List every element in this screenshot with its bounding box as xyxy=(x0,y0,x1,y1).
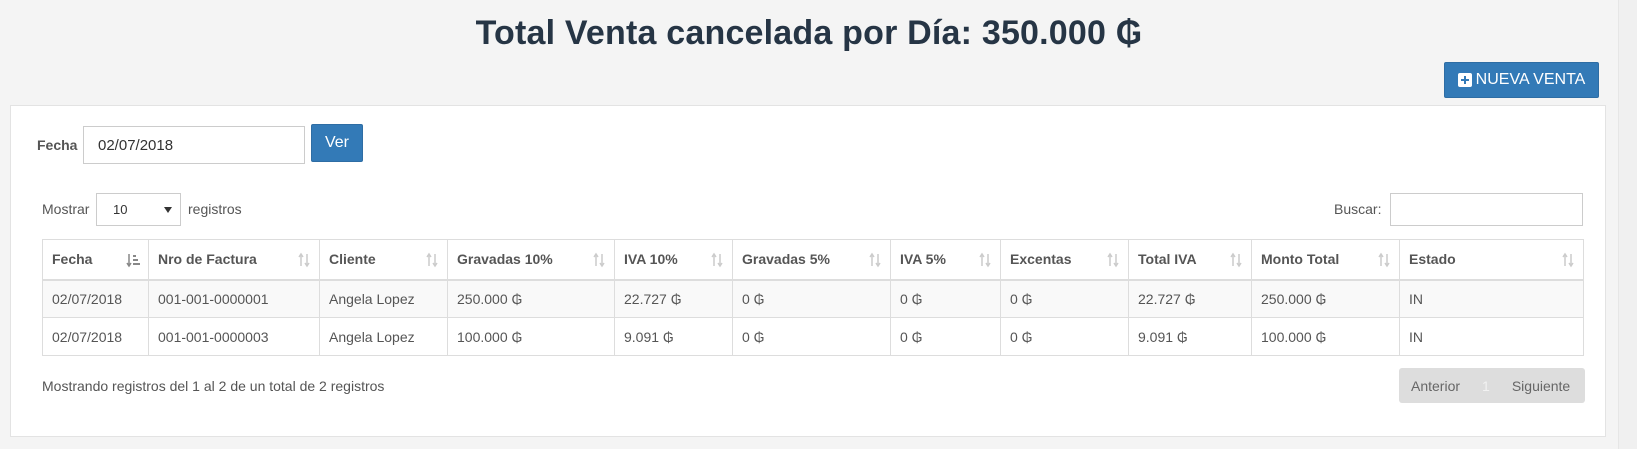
search-label: Buscar: xyxy=(1334,201,1382,217)
caret-down-icon xyxy=(164,207,172,213)
search-input[interactable] xyxy=(1390,193,1583,226)
table-cell: 100.000 ₲ xyxy=(1251,317,1400,356)
sort-icon xyxy=(1230,252,1242,268)
sort-icon xyxy=(979,252,991,268)
column-header-iva-10[interactable]: IVA 10% xyxy=(614,239,733,281)
page-size-select[interactable]: 10 xyxy=(96,193,181,226)
date-label: Fecha xyxy=(37,137,78,153)
table-cell: 0 ₲ xyxy=(1000,279,1129,318)
show-label: Mostrar xyxy=(42,201,90,217)
sort-icon xyxy=(426,252,438,268)
column-header-nro-factura[interactable]: Nro de Factura xyxy=(148,239,320,281)
sort-icon xyxy=(1562,252,1574,268)
table-row[interactable]: 02/07/2018 001-001-0000003 Angela Lopez … xyxy=(42,317,1584,356)
table-cell: 250.000 ₲ xyxy=(1251,279,1400,318)
column-header-iva-5[interactable]: IVA 5% xyxy=(890,239,1001,281)
page-size-value: 10 xyxy=(113,202,128,217)
table-cell: 0 ₲ xyxy=(890,317,1001,356)
new-sale-label: NUEVA VENTA xyxy=(1475,71,1586,88)
table-cell: Angela Lopez xyxy=(319,317,448,356)
table-cell: IN xyxy=(1399,317,1584,356)
sort-icon xyxy=(1107,252,1119,268)
pagination-page-1[interactable]: 1 xyxy=(1482,378,1490,394)
page-scrollbar[interactable] xyxy=(1618,0,1637,449)
table-cell: Angela Lopez xyxy=(319,279,448,318)
sort-icon xyxy=(869,252,881,268)
pagination: Anterior 1 Siguiente xyxy=(1399,368,1585,403)
plus-square-icon xyxy=(1457,73,1472,87)
column-header-fecha[interactable]: Fecha xyxy=(42,239,149,281)
sales-panel: Fecha Ver Mostrar 10 registros Buscar: F… xyxy=(10,105,1606,437)
table-cell: 0 ₲ xyxy=(732,317,891,356)
table-cell: 9.091 ₲ xyxy=(614,317,733,356)
table-cell: 0 ₲ xyxy=(732,279,891,318)
table-cell: 02/07/2018 xyxy=(42,279,149,318)
table-cell: 100.000 ₲ xyxy=(447,317,615,356)
column-header-gravadas-10[interactable]: Gravadas 10% xyxy=(447,239,615,281)
records-label: registros xyxy=(188,201,242,217)
table-cell: 22.727 ₲ xyxy=(1128,279,1252,318)
view-button[interactable]: Ver xyxy=(311,124,363,162)
table-info: Mostrando registros del 1 al 2 de un tot… xyxy=(42,378,385,394)
table-row[interactable]: 02/07/2018 001-001-0000001 Angela Lopez … xyxy=(42,279,1584,318)
table-cell: 22.727 ₲ xyxy=(614,279,733,318)
date-input[interactable] xyxy=(83,126,305,164)
sort-icon xyxy=(298,252,310,268)
table-cell: 250.000 ₲ xyxy=(447,279,615,318)
column-header-gravadas-5[interactable]: Gravadas 5% xyxy=(732,239,891,281)
column-header-monto-total[interactable]: Monto Total xyxy=(1251,239,1400,281)
column-header-cliente[interactable]: Cliente xyxy=(319,239,448,281)
table-cell: IN xyxy=(1399,279,1584,318)
table-cell: 001-001-0000001 xyxy=(148,279,320,318)
table-cell: 0 ₲ xyxy=(890,279,1001,318)
sort-ascending-icon xyxy=(126,254,140,268)
sales-table: Fecha Nro de Factura Cliente Gravadas 10… xyxy=(42,239,1584,356)
page-title: Total Venta cancelada por Día: 350.000 ₲ xyxy=(475,14,1143,52)
new-sale-button[interactable]: NUEVA VENTA xyxy=(1444,62,1599,98)
pagination-previous[interactable]: Anterior xyxy=(1411,378,1460,394)
column-header-total-iva[interactable]: Total IVA xyxy=(1128,239,1252,281)
table-cell: 001-001-0000003 xyxy=(148,317,320,356)
table-cell: 9.091 ₲ xyxy=(1128,317,1252,356)
sort-icon xyxy=(593,252,605,268)
column-header-estado[interactable]: Estado xyxy=(1399,239,1584,281)
sort-icon xyxy=(711,252,723,268)
sort-icon xyxy=(1378,252,1390,268)
table-header-row: Fecha Nro de Factura Cliente Gravadas 10… xyxy=(42,239,1584,281)
pagination-next[interactable]: Siguiente xyxy=(1512,378,1570,394)
table-cell: 0 ₲ xyxy=(1000,317,1129,356)
column-header-excentas[interactable]: Excentas xyxy=(1000,239,1129,281)
table-cell: 02/07/2018 xyxy=(42,317,149,356)
